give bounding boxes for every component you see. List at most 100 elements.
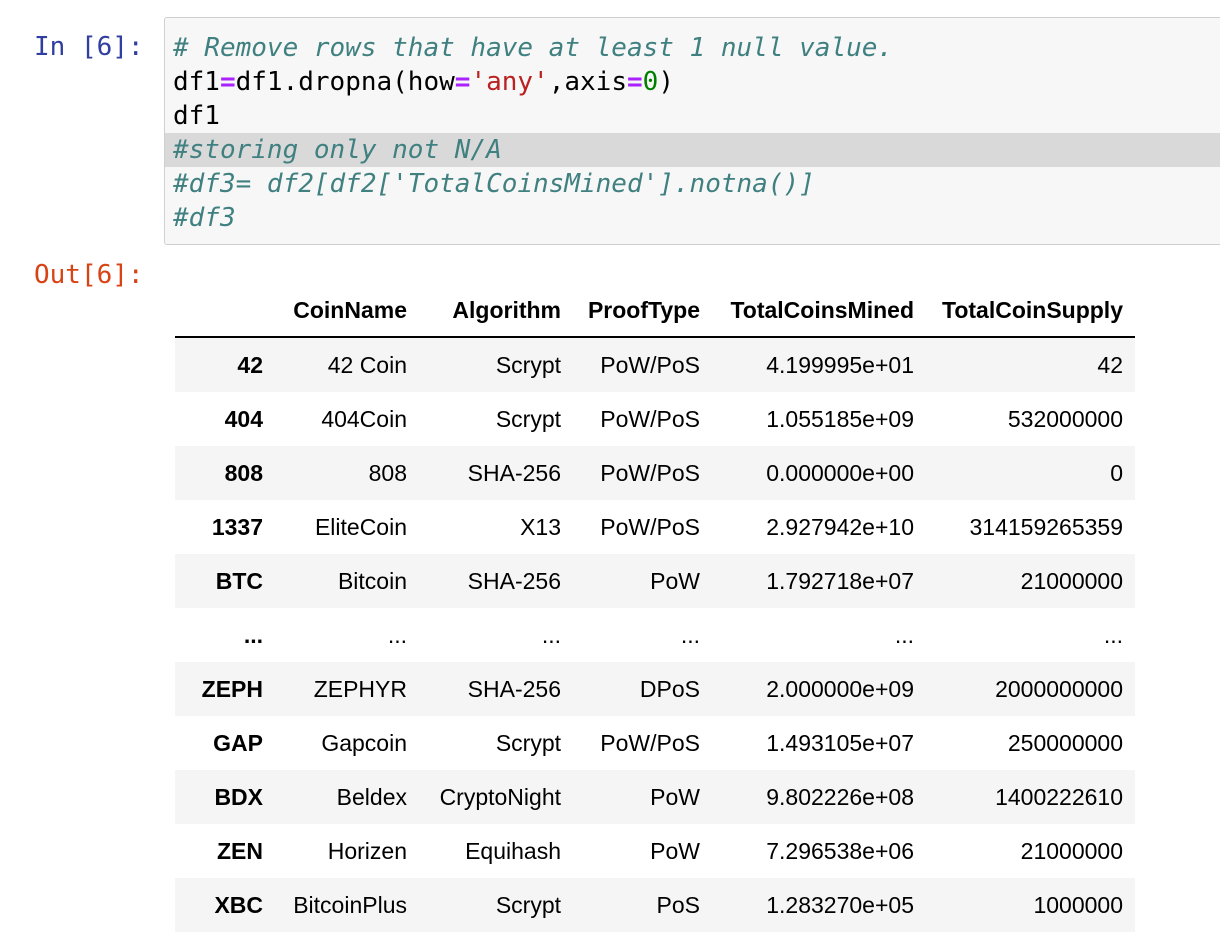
output-prompt: Out[6]: (34, 260, 144, 290)
cell-prooftype: DPoS (639, 675, 700, 702)
code-comment: #df3 (173, 203, 236, 233)
row-index: GAP (213, 729, 263, 756)
code-token: df1 (173, 101, 220, 131)
cell-coinname: 42 Coin (327, 351, 407, 378)
cell-algorithm: X13 (520, 513, 561, 540)
cell-coinname: Beldex (336, 783, 407, 810)
code-comment: #storing only not N/A (173, 135, 502, 165)
cell-prooftype: PoW (650, 567, 700, 594)
row-index: BTC (215, 567, 263, 594)
cell-algorithm: SHA-256 (467, 675, 561, 702)
cell-totalcoinsmined: 1.792718e+07 (766, 567, 914, 594)
cell-algorithm: Scrypt (495, 729, 561, 756)
cell-totalcoinsmined: 2.927942e+10 (766, 513, 914, 540)
cell-algorithm: Scrypt (495, 351, 561, 378)
cell-coinname: BitcoinPlus (293, 891, 407, 918)
cell-coinname: EliteCoin (314, 513, 407, 540)
dataframe-table: CoinName Algorithm ProofType TotalCoinsM… (175, 284, 1135, 932)
code-operator: = (454, 67, 471, 97)
table-row: BTC Bitcoin SHA-256 PoW 1.792718e+07 210… (175, 554, 1135, 608)
code-token: ) (658, 67, 674, 97)
code-line-5: #df3= df2[df2['TotalCoinsMined'].notna()… (173, 167, 815, 201)
cell-totalcoinsupply: 1400222610 (995, 783, 1123, 810)
cell-coinname: 404Coin (321, 405, 407, 432)
cell-algorithm: Scrypt (495, 405, 561, 432)
cell-totalcoinsupply: 0 (1110, 459, 1123, 486)
index-header (175, 284, 275, 338)
cell-totalcoinsmined: 9.802226e+08 (766, 783, 914, 810)
cell-totalcoinsmined: 2.000000e+09 (766, 675, 914, 702)
row-index: 404 (224, 405, 263, 432)
cell-totalcoinsupply: 314159265359 (969, 513, 1124, 540)
cell-prooftype: PoW/PoS (600, 513, 700, 540)
cell-prooftype: PoW/PoS (600, 351, 700, 378)
row-index: 1337 (211, 513, 263, 540)
code-line-6: #df3 (173, 201, 236, 235)
code-line-2: df1=df1.dropna(how='any',axis=0) (173, 65, 674, 99)
code-token: ,axis (548, 67, 627, 97)
column-header-prooftype: ProofType (573, 284, 712, 338)
cell-coinname: Horizen (327, 837, 407, 864)
table-row: XBC BitcoinPlus Scrypt PoS 1.283270e+05 … (175, 878, 1135, 932)
cell-coinname: ... (387, 621, 407, 648)
cell-totalcoinsupply: 21000000 (1020, 567, 1123, 594)
cell-totalcoinsmined: 0.000000e+00 (766, 459, 914, 486)
row-index: ZEN (217, 837, 263, 864)
cell-coinname: Gapcoin (321, 729, 407, 756)
code-cell[interactable]: # Remove rows that have at least 1 null … (164, 17, 1220, 245)
code-line-4-selected: #storing only not N/A (165, 133, 1220, 167)
cell-coinname: Bitcoin (337, 567, 407, 594)
code-operator: = (219, 67, 236, 97)
cell-totalcoinsmined: 1.283270e+05 (766, 891, 914, 918)
code-comment: #df3= df2[df2['TotalCoinsMined'].notna()… (173, 169, 815, 199)
cell-totalcoinsmined: 4.199995e+01 (766, 351, 914, 378)
row-index: 42 (237, 351, 263, 378)
code-line-1: # Remove rows that have at least 1 null … (173, 31, 893, 65)
cell-totalcoinsmined: 7.296538e+06 (766, 837, 914, 864)
code-token: df1 (173, 67, 220, 97)
cell-algorithm: CryptoNight (439, 783, 561, 810)
cell-prooftype: PoW/PoS (600, 405, 700, 432)
table-row: GAP Gapcoin Scrypt PoW/PoS 1.493105e+07 … (175, 716, 1135, 770)
input-prompt: In [6]: (34, 32, 144, 62)
cell-totalcoinsmined: 1.055185e+09 (766, 405, 914, 432)
table-row: BDX Beldex CryptoNight PoW 9.802226e+08 … (175, 770, 1135, 824)
table-row-ellipsis: ... ... ... ... ... ... (175, 608, 1135, 662)
cell-totalcoinsupply: ... (1103, 621, 1123, 648)
code-string: 'any' (470, 67, 549, 97)
column-header-coinname: CoinName (275, 284, 419, 338)
cell-prooftype: PoW/PoS (600, 729, 700, 756)
code-token: df1.dropna(how (235, 67, 455, 97)
cell-prooftype: PoS (656, 891, 700, 918)
column-header-totalcoinsmined: TotalCoinsMined (712, 284, 926, 338)
row-index: ... (243, 621, 263, 648)
cell-totalcoinsmined: ... (894, 621, 914, 648)
code-number: 0 (642, 67, 659, 97)
cell-prooftype: PoW/PoS (600, 459, 700, 486)
cell-totalcoinsupply: 21000000 (1020, 837, 1123, 864)
table-row: 42 42 Coin Scrypt PoW/PoS 4.199995e+01 4… (175, 337, 1135, 392)
cell-prooftype: ... (680, 621, 700, 648)
column-header-algorithm: Algorithm (419, 284, 573, 338)
row-index: BDX (214, 783, 263, 810)
cell-algorithm: SHA-256 (467, 567, 561, 594)
code-line-3: df1 (173, 99, 220, 133)
table-row: 404 404Coin Scrypt PoW/PoS 1.055185e+09 … (175, 392, 1135, 446)
cell-coinname: ZEPHYR (313, 675, 407, 702)
table-row: 808 808 SHA-256 PoW/PoS 0.000000e+00 0 (175, 446, 1135, 500)
table-row: ZEPH ZEPHYR SHA-256 DPoS 2.000000e+09 20… (175, 662, 1135, 716)
cell-algorithm: ... (541, 621, 561, 648)
cell-totalcoinsupply: 2000000000 (995, 675, 1123, 702)
row-index: 808 (224, 459, 263, 486)
cell-totalcoinsupply: 42 (1097, 351, 1123, 378)
table-row: ZEN Horizen Equihash PoW 7.296538e+06 21… (175, 824, 1135, 878)
cell-algorithm: Equihash (465, 837, 561, 864)
column-header-totalcoinsupply: TotalCoinSupply (926, 284, 1135, 338)
cell-algorithm: SHA-256 (467, 459, 561, 486)
table-row: 1337 EliteCoin X13 PoW/PoS 2.927942e+10 … (175, 500, 1135, 554)
cell-totalcoinsupply: 1000000 (1033, 891, 1123, 918)
row-index: ZEPH (201, 675, 263, 702)
row-index: XBC (214, 891, 263, 918)
cell-totalcoinsupply: 250000000 (1007, 729, 1123, 756)
cell-algorithm: Scrypt (495, 891, 561, 918)
